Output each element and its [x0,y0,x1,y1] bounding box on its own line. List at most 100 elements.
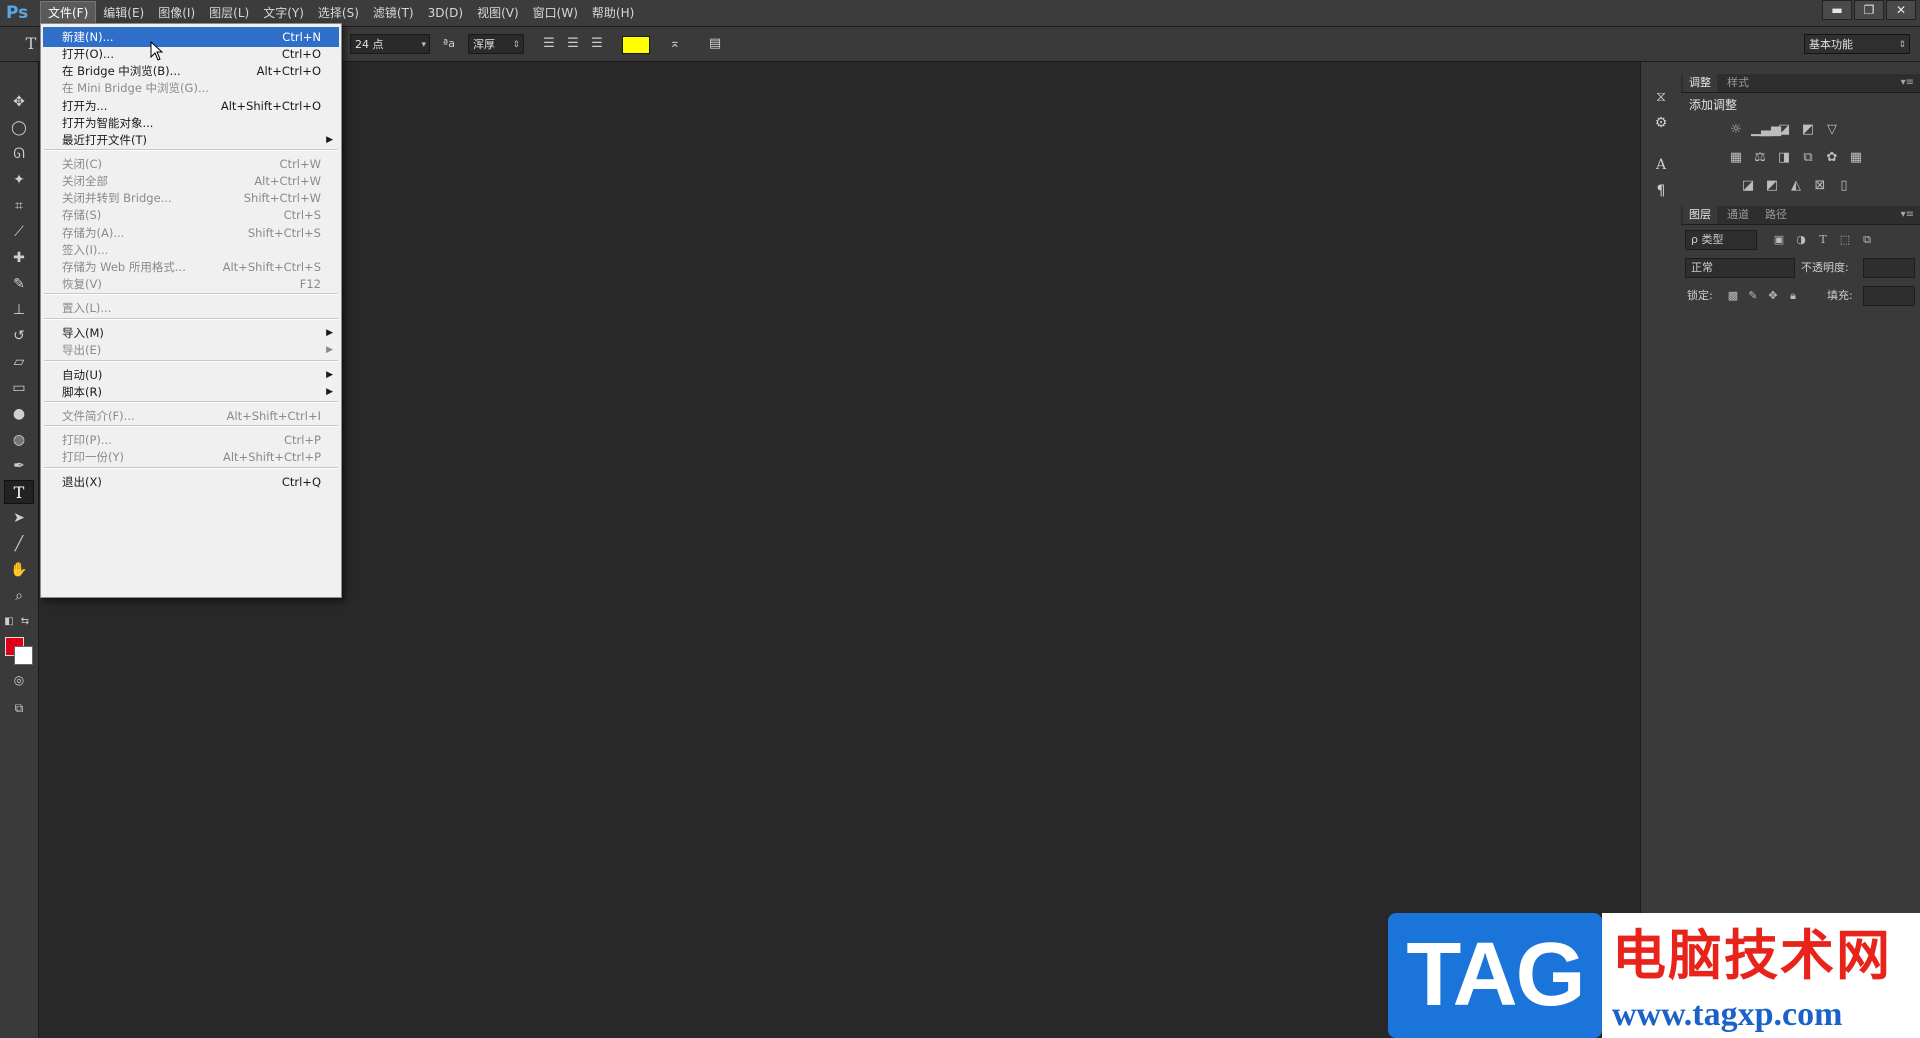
tab-adjustments[interactable]: 调整 [1683,74,1717,92]
tab-layers[interactable]: 图层 [1683,206,1717,224]
filter-smart-object-icon[interactable]: ⧉ [1859,232,1875,248]
submenu-arrow-icon: ▶ [326,135,333,145]
font-size-select[interactable]: 24 点 ▾ [350,34,430,54]
menu-item-label: 打印一份(Y) [62,450,124,464]
channel-mixer-icon[interactable]: ✿ [1823,150,1841,166]
blend-mode-select[interactable]: 正常 [1685,258,1795,278]
character-panel-icon[interactable]: ▤ [704,34,726,54]
color-lookup-icon[interactable]: ▦ [1847,150,1865,166]
panel-menu-icon[interactable]: ▾≡ [1901,74,1914,92]
zoom-tool-icon[interactable]: ⌕ [4,584,34,608]
gradient-tool-icon[interactable]: ▭ [4,376,34,400]
layer-filter-select[interactable]: ρ 类型 [1685,230,1757,250]
restore-button[interactable]: ❐ [1854,0,1884,20]
properties-panel-icon[interactable]: ⚙ [1649,112,1673,134]
quick-mask-icon[interactable]: ◎ [4,668,34,692]
text-color-swatch[interactable] [622,36,650,54]
fill-input[interactable] [1863,286,1915,306]
screen-mode-icon[interactable]: ⧉ [4,696,34,720]
lock-transparent-icon[interactable]: ▩ [1725,288,1741,304]
dodge-tool-icon[interactable]: ◍ [4,428,34,452]
tab-paths[interactable]: 路径 [1759,206,1793,224]
menu-item[interactable]: 帮助(H) [585,0,641,26]
menu-item[interactable]: 3D(D) [421,0,470,26]
lock-all-icon[interactable]: 🔒︎ [1785,288,1801,304]
hand-tool-icon[interactable]: ✋ [4,558,34,582]
history-panel-icon[interactable]: ⧖ [1649,86,1673,108]
type-tool-icon[interactable]: T [4,480,34,504]
file-menu-item[interactable]: 最近打开文件(T) ▶ [43,130,339,150]
threshold-icon[interactable]: ◭ [1787,178,1805,194]
file-menu-item: 导出(E) ▶ [43,340,339,360]
brush-tool-icon[interactable]: ✎ [4,272,34,296]
mouse-cursor-icon [150,41,164,61]
brightness-icon[interactable]: ☼ [1727,122,1745,138]
clone-stamp-tool-icon[interactable]: ⊥ [4,298,34,322]
paragraph-panel-icon[interactable]: ¶ [1649,180,1673,202]
tab-styles[interactable]: 样式 [1721,74,1755,92]
path-selection-tool-icon[interactable]: ➤ [4,506,34,530]
file-menu-item[interactable]: 脚本(R) ▶ [43,382,339,402]
photoshop-logo: Ps [6,3,29,23]
posterize-icon[interactable]: ◩ [1763,178,1781,194]
character-panel-icon[interactable]: A [1649,154,1673,176]
marquee-tool-icon[interactable]: ◯ [4,116,34,140]
filter-pixel-icon[interactable]: ▣ [1771,232,1787,248]
blur-tool-icon[interactable]: ● [4,402,34,426]
anti-alias-select[interactable]: 浑厚 ⇕ [468,34,524,54]
curves-icon[interactable]: ◪ [1775,122,1793,138]
warp-text-icon[interactable]: ⌅ [664,34,686,54]
chevron-updown-icon: ⇕ [1898,40,1906,50]
photo-filter-icon[interactable]: ⧉ [1799,150,1817,166]
background-color-swatch[interactable] [14,646,33,665]
align-right-icon[interactable]: ☰ [586,34,608,54]
layer-filter-value: ρ 类型 [1691,233,1724,246]
move-tool-icon[interactable]: ✥ [4,90,34,114]
crop-tool-icon[interactable]: ⌗ [4,194,34,218]
gradient-map-icon[interactable]: ▯ [1835,178,1853,194]
workspace-select[interactable]: 基本功能 ⇕ [1804,34,1910,54]
levels-icon[interactable]: ▁▃▅ [1751,122,1781,138]
menu-separator [44,293,338,295]
eyedropper-tool-icon[interactable]: ⟋ [4,220,34,244]
healing-brush-tool-icon[interactable]: ✚ [4,246,34,270]
lock-image-icon[interactable]: ✎ [1745,288,1761,304]
filter-shape-icon[interactable]: ⬚ [1837,232,1853,248]
vibrance-icon[interactable]: ▽ [1823,122,1841,138]
menu-item-label: 恢复(V) [62,277,102,291]
lasso-tool-icon[interactable]: ᘏ [4,142,34,166]
lock-position-icon[interactable]: ✥ [1765,288,1781,304]
watermark-tag-box: TAG [1388,913,1602,1038]
minimize-button[interactable]: ▬ [1822,0,1852,20]
color-balance-icon[interactable]: ⚖ [1751,150,1769,166]
menu-item-label: 存储(S) [62,208,102,222]
menu-item[interactable]: 窗口(W) [526,0,585,26]
filter-adjustment-icon[interactable]: ◑ [1793,232,1809,248]
filter-type-icon[interactable]: T [1815,232,1831,248]
close-button[interactable]: ✕ [1886,0,1916,20]
pen-tool-icon[interactable]: ✒ [4,454,34,478]
eraser-tool-icon[interactable]: ▱ [4,350,34,374]
align-center-icon[interactable]: ☰ [562,34,584,54]
selective-color-icon[interactable]: ⊠ [1811,178,1829,194]
align-left-icon[interactable]: ☰ [538,34,560,54]
history-brush-tool-icon[interactable]: ↺ [4,324,34,348]
text-tool-preset-icon[interactable]: T [20,34,42,54]
hue-saturation-icon[interactable]: ▦ [1727,150,1745,166]
menu-item-shortcut: Ctrl+Q [281,475,321,489]
file-menu-item[interactable]: 退出(X) Ctrl+Q [43,472,339,492]
tab-channels[interactable]: 通道 [1721,206,1755,224]
file-menu-item: 在 Mini Bridge 中浏览(G)... [43,78,339,98]
exposure-icon[interactable]: ◩ [1799,122,1817,138]
menu-item[interactable]: 滤镜(T) [366,0,421,26]
anti-alias-icon: ªa [443,37,455,50]
black-white-icon[interactable]: ◨ [1775,150,1793,166]
magic-wand-tool-icon[interactable]: ✦ [4,168,34,192]
menu-item[interactable]: 视图(V) [470,0,526,26]
swap-colors-icon[interactable]: ⇆ [16,610,34,634]
invert-icon[interactable]: ◪ [1739,178,1757,194]
submenu-arrow-icon: ▶ [326,345,333,355]
opacity-input[interactable] [1863,258,1915,278]
line-tool-icon[interactable]: ╱ [4,532,34,556]
panel-menu-icon[interactable]: ▾≡ [1901,206,1914,224]
